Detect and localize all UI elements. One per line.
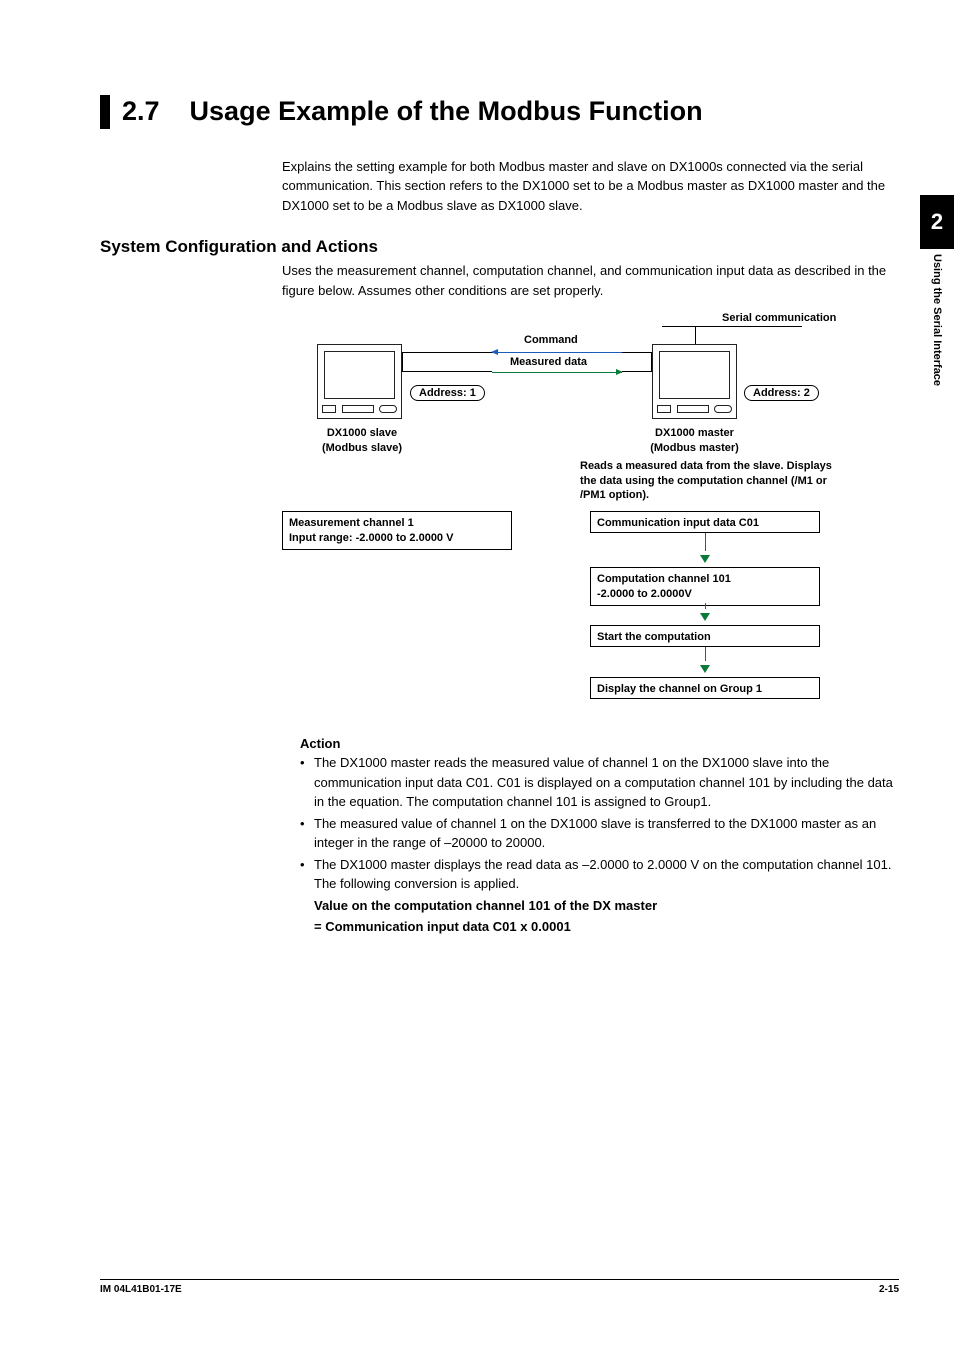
serial-vline xyxy=(695,326,696,344)
page: 2 Using the Serial Interface 2.7 Usage Ex… xyxy=(0,0,954,1350)
section-heading: 2.7 Usage Example of the Modbus Function xyxy=(100,95,899,129)
subsection-body: Uses the measurement channel, computatio… xyxy=(282,261,899,300)
intro-paragraph: Explains the setting example for both Mo… xyxy=(282,157,899,216)
page-number: 2-15 xyxy=(879,1284,899,1295)
comm-input-box: Communication input data C01 xyxy=(590,511,820,533)
list-item: The DX1000 master displays the read data… xyxy=(300,855,899,894)
formula-line-2: = Communication input data C01 x 0.0001 xyxy=(314,917,899,937)
formula-line-1: Value on the computation channel 101 of … xyxy=(314,896,899,916)
display-group-box: Display the channel on Group 1 xyxy=(590,677,820,699)
computation-channel-box: Computation channel 101-2.0000 to 2.0000… xyxy=(590,567,820,606)
flow-arrow-1 xyxy=(590,533,820,567)
flow-arrow-2 xyxy=(590,603,820,625)
address-2-box: Address: 2 xyxy=(744,385,819,401)
flow-arrow-3 xyxy=(590,647,820,677)
heading-title: Usage Example of the Modbus Function xyxy=(190,96,703,126)
list-item: The DX1000 master reads the measured val… xyxy=(300,753,899,812)
master-label: DX1000 master(Modbus master) xyxy=(622,426,767,455)
heading-bar-icon xyxy=(100,95,110,129)
action-bullets: The DX1000 master reads the measured val… xyxy=(300,753,899,894)
page-footer: IM 04L41B01-17E 2-15 xyxy=(100,1279,899,1295)
address-1-box: Address: 1 xyxy=(410,385,485,401)
subsection-title: System Configuration and Actions xyxy=(100,237,899,257)
master-device-icon xyxy=(652,344,737,419)
measured-arrow-icon xyxy=(492,372,622,373)
slave-connector-line xyxy=(402,352,492,372)
list-item: The measured value of channel 1 on the D… xyxy=(300,814,899,853)
chapter-tab: 2 xyxy=(920,195,954,249)
serial-line xyxy=(662,326,802,327)
action-title: Action xyxy=(300,736,899,751)
master-note: Reads a measured data from the slave. Di… xyxy=(580,459,840,502)
measurement-channel-box: Measurement channel 1Input range: -2.000… xyxy=(282,511,512,550)
slave-device-icon xyxy=(317,344,402,419)
command-arrow-icon xyxy=(492,352,622,353)
chapter-side-label: Using the Serial Interface xyxy=(920,250,954,450)
start-computation-box: Start the computation xyxy=(590,625,820,647)
diagram: Serial communication Address: 1 DX1000 s… xyxy=(282,314,899,724)
doc-id: IM 04L41B01-17E xyxy=(100,1284,182,1295)
slave-label: DX1000 slave(Modbus slave) xyxy=(292,426,432,455)
master-connector-line xyxy=(622,352,652,372)
command-label: Command xyxy=(524,334,578,346)
heading-number: 2.7 xyxy=(122,96,160,126)
measured-data-label: Measured data xyxy=(510,356,587,368)
serial-comm-label: Serial communication xyxy=(722,312,836,324)
